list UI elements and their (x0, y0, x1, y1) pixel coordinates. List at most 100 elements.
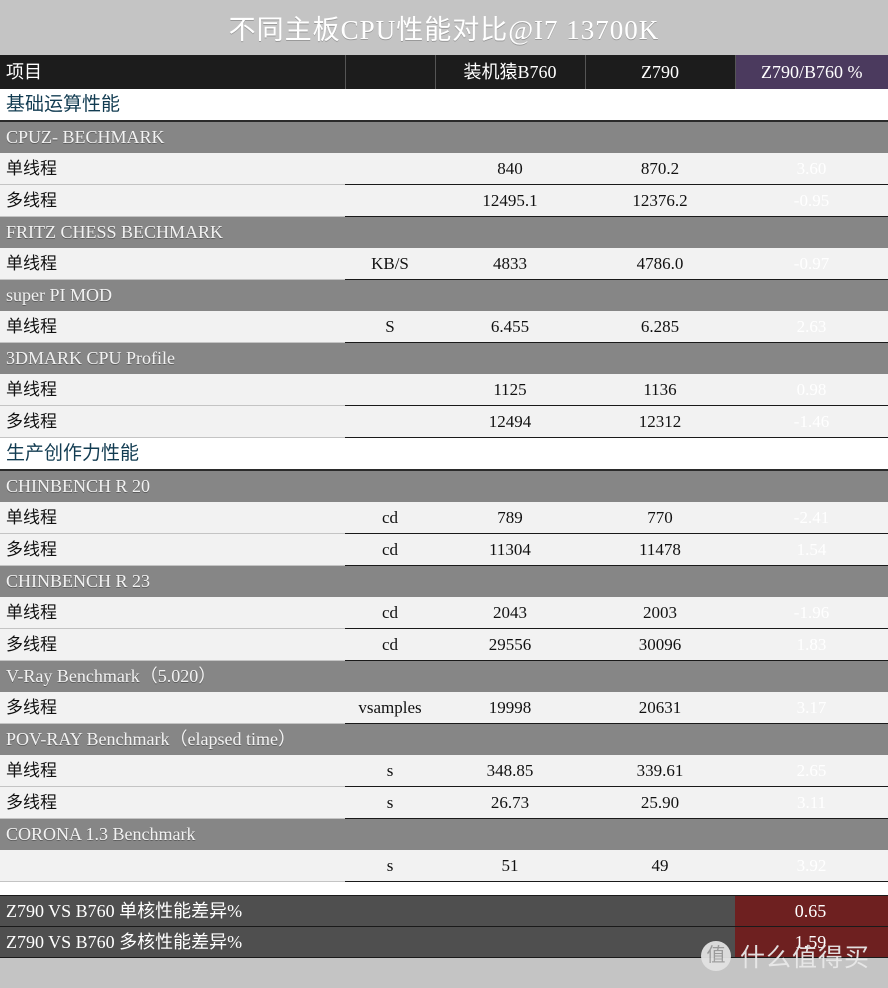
row-value-z790: 2003 (585, 597, 735, 629)
row-item-label: 单线程 (0, 248, 345, 280)
row-value-z790: 20631 (585, 692, 735, 724)
title-bar: 不同主板CPU性能对比@I7 13700K (0, 0, 888, 55)
row-unit: s (345, 755, 435, 787)
spacer-cell (435, 957, 585, 968)
row-value-b760: 2043 (435, 597, 585, 629)
row-value-b760: 11304 (435, 533, 585, 566)
watermark-text: 什么值得买 (739, 944, 870, 972)
benchmark-section-row: POV-RAY Benchmark（elapsed time） (0, 723, 888, 755)
table-row: 单线程 S 6.455 6.285 2.63 (0, 311, 888, 343)
row-value-z790: 1136 (585, 374, 735, 406)
row-unit (345, 153, 435, 185)
row-item-label: 多线程 (0, 533, 345, 566)
row-value-z790: 49 (585, 850, 735, 882)
row-value-z790: 11478 (585, 533, 735, 566)
benchmark-section-label: CHINBENCH R 23 (0, 565, 888, 597)
row-value-z790: 4786.0 (585, 248, 735, 280)
benchmark-section-row: CHINBENCH R 23 (0, 565, 888, 597)
row-unit: cd (345, 502, 435, 534)
row-unit: cd (345, 628, 435, 661)
row-value-z790: 6.285 (585, 311, 735, 343)
group-heading-row: 生产创作力性能 (0, 437, 888, 471)
row-unit (345, 374, 435, 406)
row-value-percent: -2.41 (735, 502, 888, 534)
row-item-label: 多线程 (0, 692, 345, 724)
row-value-percent: 3.60 (735, 153, 888, 185)
row-value-percent: 0.98 (735, 374, 888, 406)
benchmark-section-label: CORONA 1.3 Benchmark (0, 818, 888, 850)
row-item-label: 多线程 (0, 628, 345, 661)
benchmark-section-row: V-Ray Benchmark（5.020） (0, 660, 888, 692)
row-unit: cd (345, 533, 435, 566)
row-value-z790: 30096 (585, 628, 735, 661)
table-row: 单线程 cd 2043 2003 -1.96 (0, 597, 888, 629)
summary-label: Z790 VS B760 单核性能差异% (0, 895, 735, 927)
header-item: 项目 (0, 55, 346, 89)
table-row: 单线程 840 870.2 3.60 (0, 153, 888, 185)
site-watermark: 值 什么值得买 (700, 938, 870, 974)
row-unit: cd (345, 597, 435, 629)
row-value-percent: 3.92 (735, 850, 888, 882)
row-value-percent: -0.95 (735, 184, 888, 217)
watermark-logo-icon: 值 (700, 941, 731, 971)
row-value-b760: 19998 (435, 692, 585, 724)
header-col-percent: Z790/B760 % (735, 55, 888, 89)
group-heading-label: 基础运算性能 (0, 89, 888, 122)
row-unit: s (345, 786, 435, 819)
row-value-percent: -1.46 (735, 405, 888, 438)
table-row: 多线程 s 26.73 25.90 3.11 (0, 786, 888, 819)
spacer-cell (435, 881, 585, 896)
row-value-b760: 789 (435, 502, 585, 534)
row-value-percent: 1.54 (735, 533, 888, 566)
row-unit: KB/S (345, 248, 435, 280)
benchmark-section-label: FRITZ CHESS BECHMARK (0, 216, 888, 248)
header-col-b760: 装机猿B760 (435, 55, 586, 89)
benchmark-section-label: super PI MOD (0, 279, 888, 311)
row-value-percent: 1.83 (735, 628, 888, 661)
summary-label: Z790 VS B760 多核性能差异% (0, 926, 735, 958)
row-unit (345, 405, 435, 438)
row-value-b760: 840 (435, 153, 585, 185)
row-value-percent: 2.65 (735, 755, 888, 787)
benchmark-section-label: POV-RAY Benchmark（elapsed time） (0, 723, 888, 755)
benchmark-section-row: super PI MOD (0, 279, 888, 311)
row-item-label: 单线程 (0, 502, 345, 534)
benchmark-section-label: V-Ray Benchmark（5.020） (0, 660, 888, 692)
row-value-z790: 12376.2 (585, 184, 735, 217)
row-value-b760: 6.455 (435, 311, 585, 343)
row-value-z790: 12312 (585, 405, 735, 438)
table-body: 项目 装机猿B760 Z790 Z790/B760 % 基础运算性能 CPUZ- … (0, 55, 888, 968)
group-heading-row: 基础运算性能 (0, 89, 888, 122)
row-value-z790: 339.61 (585, 755, 735, 787)
spacer-cell (0, 881, 345, 896)
row-item-label: 单线程 (0, 597, 345, 629)
row-value-percent: -1.96 (735, 597, 888, 629)
row-value-b760: 29556 (435, 628, 585, 661)
row-value-b760: 1125 (435, 374, 585, 406)
row-item-label: 单线程 (0, 153, 345, 185)
table-row: 单线程 1125 1136 0.98 (0, 374, 888, 406)
benchmark-section-label: CPUZ- BECHMARK (0, 121, 888, 153)
row-value-b760: 26.73 (435, 786, 585, 819)
benchmark-section-row: CORONA 1.3 Benchmark (0, 818, 888, 850)
row-value-percent: 2.63 (735, 311, 888, 343)
spacer-cell (735, 881, 888, 896)
header-col-z790: Z790 (585, 55, 736, 89)
table-row: 多线程 cd 11304 11478 1.54 (0, 533, 888, 566)
spacer-cell (345, 957, 435, 968)
row-item-label: 单线程 (0, 311, 345, 343)
summary-row: Z790 VS B760 单核性能差异% 0.65 (0, 895, 888, 927)
table-row: 多线程 cd 29556 30096 1.83 (0, 628, 888, 661)
table-row: 多线程 12495.1 12376.2 -0.95 (0, 184, 888, 217)
row-item-label: 单线程 (0, 755, 345, 787)
spacer-row (0, 881, 888, 896)
spacer-cell (0, 957, 345, 968)
row-value-z790: 870.2 (585, 153, 735, 185)
table-row: 单线程 s 348.85 339.61 2.65 (0, 755, 888, 787)
row-item-label: 单线程 (0, 374, 345, 406)
benchmark-section-row: CPUZ- BECHMARK (0, 121, 888, 153)
table-row: 单线程 KB/S 4833 4786.0 -0.97 (0, 248, 888, 280)
row-unit (345, 184, 435, 217)
row-value-b760: 4833 (435, 248, 585, 280)
group-heading-label: 生产创作力性能 (0, 437, 888, 471)
